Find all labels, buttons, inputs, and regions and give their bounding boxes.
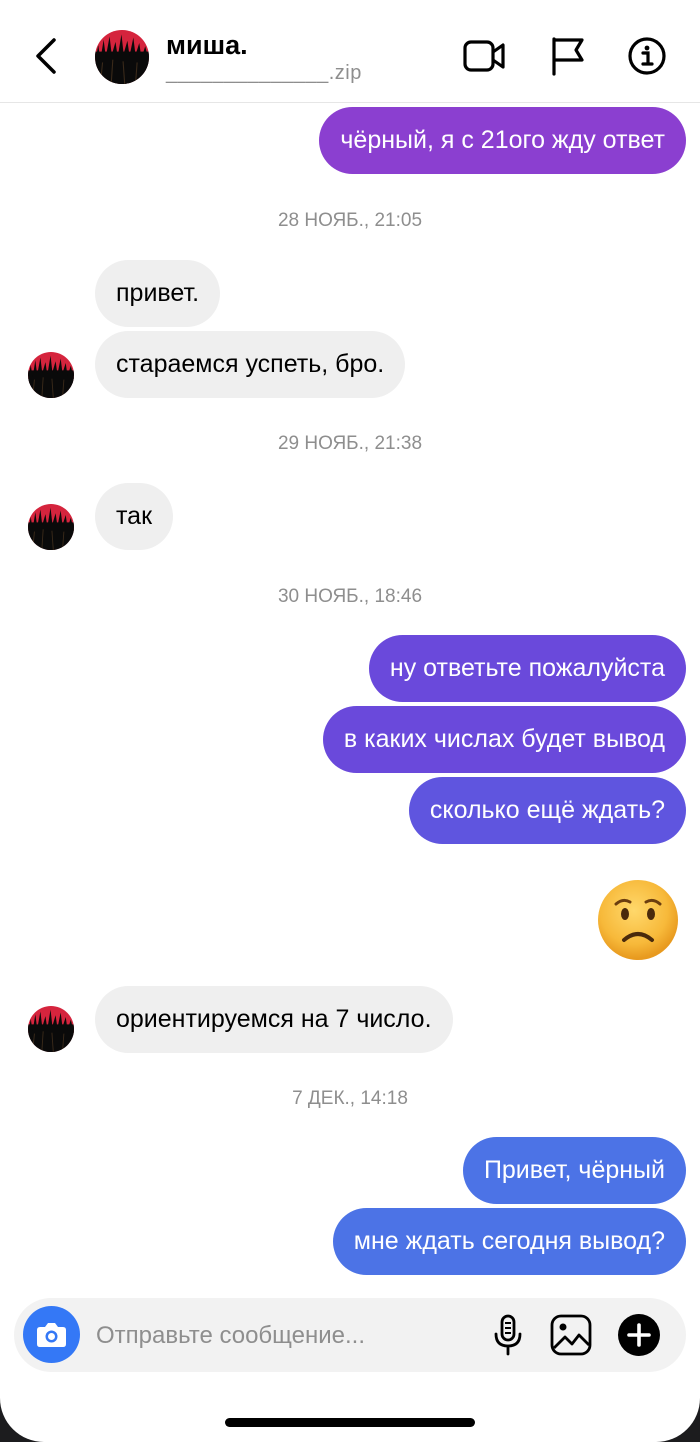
gallery-button[interactable] (549, 1313, 593, 1357)
chevron-left-icon (36, 38, 56, 74)
sender-avatar[interactable] (28, 1006, 74, 1052)
chat-screen: миша. ______________.zip чёрный, я с 21о… (0, 0, 700, 1442)
voice-message-button[interactable] (486, 1313, 530, 1357)
timestamp: 30 НОЯБ., 18:46 (277, 586, 423, 607)
message-outgoing[interactable]: чёрный, я с 21ого жду ответ (319, 107, 686, 174)
home-indicator[interactable] (225, 1418, 475, 1427)
chat-header: миша. ______________.zip (0, 0, 700, 103)
contact-name[interactable]: миша. (166, 30, 248, 61)
sender-avatar[interactable] (28, 504, 74, 550)
message-outgoing[interactable]: в каких числах будет вывод (322, 706, 686, 773)
more-options-button[interactable] (617, 1313, 661, 1357)
flag-icon (552, 37, 584, 76)
message-outgoing[interactable]: Привет, чёрный (462, 1137, 686, 1204)
timestamp: 28 НОЯБ., 21:05 (277, 210, 423, 231)
contact-subtitle: ______________.zip (166, 62, 362, 84)
image-icon (550, 1314, 592, 1356)
sender-avatar[interactable] (28, 352, 74, 398)
video-camera-icon (463, 40, 505, 72)
message-incoming[interactable]: стараемся успеть, бро. (95, 331, 406, 398)
info-button[interactable] (625, 36, 669, 76)
camera-button[interactable] (23, 1306, 80, 1363)
message-incoming[interactable]: ориентируемся на 7 число. (95, 986, 453, 1053)
worried-face-emoji[interactable] (596, 878, 680, 962)
message-input[interactable] (94, 1310, 478, 1362)
message-outgoing[interactable]: ну ответьте пожалуйста (368, 635, 686, 702)
message-incoming[interactable]: привет. (95, 260, 221, 327)
message-incoming[interactable]: так (95, 483, 174, 550)
back-button[interactable] (30, 36, 62, 76)
timestamp: 29 НОЯБ., 21:38 (277, 433, 423, 454)
info-icon (628, 37, 666, 75)
plus-circle-icon (618, 1314, 660, 1356)
message-outgoing[interactable]: сколько ещё ждать? (408, 777, 686, 844)
message-composer (14, 1298, 686, 1372)
report-button[interactable] (547, 36, 591, 76)
timestamp: 7 ДЕК., 14:18 (292, 1088, 408, 1109)
camera-icon (37, 1323, 66, 1347)
contact-avatar[interactable] (95, 30, 149, 84)
message-outgoing[interactable]: мне ждать сегодня вывод? (332, 1208, 686, 1275)
video-call-button[interactable] (462, 36, 506, 76)
microphone-icon (494, 1314, 522, 1356)
